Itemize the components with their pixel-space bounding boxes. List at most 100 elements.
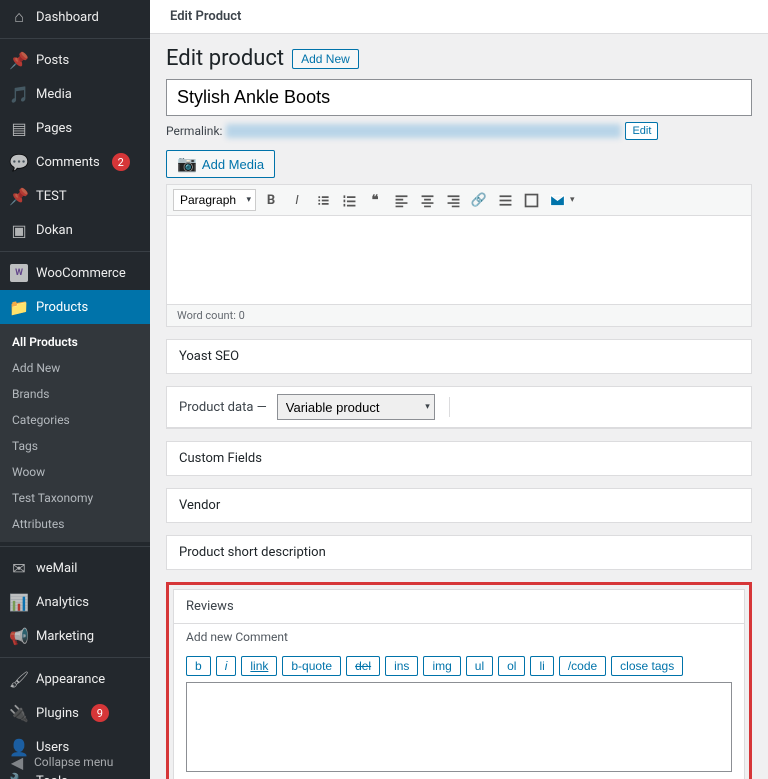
page-icon: ▤ xyxy=(10,119,28,137)
italic-button[interactable]: I xyxy=(286,189,308,211)
qt-link-button[interactable]: link xyxy=(241,656,277,676)
sidebar-item-marketing[interactable]: 📢Marketing xyxy=(0,619,150,653)
add-media-label: Add Media xyxy=(202,157,264,172)
format-select[interactable]: Paragraph xyxy=(173,189,256,211)
quote-button[interactable]: ❝ xyxy=(364,189,386,211)
bold-button[interactable]: B xyxy=(260,189,282,211)
link-button[interactable]: 🔗 xyxy=(468,189,490,211)
envelope-button[interactable] xyxy=(546,189,568,211)
submenu-test-taxonomy[interactable]: Test Taxonomy xyxy=(0,485,150,511)
word-count: Word count: 0 xyxy=(167,304,751,326)
submenu-categories[interactable]: Categories xyxy=(0,407,150,433)
align-right-button[interactable] xyxy=(442,189,464,211)
qt-code-button[interactable]: /code xyxy=(559,656,606,676)
sidebar-item-label: Appearance xyxy=(36,672,105,687)
sidebar-item-label: Products xyxy=(36,300,88,315)
mail-icon: ✉ xyxy=(10,559,28,577)
sidebar-item-dokan[interactable]: ▣Dokan xyxy=(0,213,150,247)
submenu-all-products[interactable]: All Products xyxy=(0,329,150,355)
menu-separator xyxy=(0,542,150,547)
collapse-menu-button[interactable]: ◀ Collapse menu xyxy=(0,745,150,779)
metabox-title: Custom Fields xyxy=(167,442,751,475)
collapse-icon: ◀ xyxy=(8,753,26,771)
plugin-icon: 🔌 xyxy=(10,704,28,722)
sidebar-item-analytics[interactable]: 📊Analytics xyxy=(0,585,150,619)
reviews-highlight-box: Reviews Add new Comment b i link b-quote… xyxy=(166,582,752,779)
short-description-metabox[interactable]: Product short description xyxy=(166,535,752,570)
sidebar-item-label: TEST xyxy=(36,189,67,204)
qt-ins-button[interactable]: ins xyxy=(385,656,418,676)
submenu-add-new[interactable]: Add New xyxy=(0,355,150,381)
qt-bold-button[interactable]: b xyxy=(186,656,211,676)
align-left-button[interactable] xyxy=(390,189,412,211)
bullet-list-button[interactable] xyxy=(312,189,334,211)
add-new-button[interactable]: Add New xyxy=(292,49,359,69)
chevron-down-icon[interactable]: ▾ xyxy=(570,195,575,205)
sidebar-item-woocommerce[interactable]: WWooCommerce xyxy=(0,256,150,290)
add-comment-label: Add new Comment xyxy=(174,623,744,650)
media-icon: 🎵 xyxy=(10,85,28,103)
pin-icon: 📌 xyxy=(10,51,28,69)
sidebar-item-appearance[interactable]: 🖌Appearance xyxy=(0,662,150,696)
sidebar-item-posts[interactable]: 📌 Posts xyxy=(0,43,150,77)
menu-separator xyxy=(0,653,150,658)
product-data-metabox: Product data — Variable product xyxy=(166,386,752,429)
sidebar-item-label: Posts xyxy=(36,53,69,68)
sidebar-item-plugins[interactable]: 🔌Plugins9 xyxy=(0,696,150,730)
sidebar-item-media[interactable]: 🎵 Media xyxy=(0,77,150,111)
align-center-button[interactable] xyxy=(416,189,438,211)
permalink-url[interactable] xyxy=(226,124,621,138)
count-badge: 2 xyxy=(112,153,130,171)
add-media-button[interactable]: 📷 Add Media xyxy=(166,150,275,178)
page-title: Edit product xyxy=(166,46,284,71)
more-button[interactable] xyxy=(494,189,516,211)
sidebar-item-label: Media xyxy=(36,87,72,102)
sidebar-item-wemail[interactable]: ✉ weMail xyxy=(0,551,150,585)
qt-bquote-button[interactable]: b-quote xyxy=(282,656,341,676)
sidebar-item-label: Comments xyxy=(36,155,100,170)
metabox-title: Vendor xyxy=(167,489,751,522)
sidebar-item-dashboard[interactable]: ⌂Dashboard xyxy=(0,0,150,34)
qt-del-button[interactable]: del xyxy=(346,656,380,676)
custom-fields-metabox[interactable]: Custom Fields xyxy=(166,441,752,476)
qt-ul-button[interactable]: ul xyxy=(466,656,493,676)
product-title-input[interactable] xyxy=(166,79,752,116)
menu-separator xyxy=(0,34,150,39)
camera-icon: 📷 xyxy=(177,154,197,174)
yoast-seo-metabox[interactable]: Yoast SEO xyxy=(166,339,752,374)
sidebar-item-label: weMail xyxy=(36,561,77,576)
submenu-attributes[interactable]: Attributes xyxy=(0,511,150,537)
product-type-select[interactable]: Variable product xyxy=(277,394,435,420)
sidebar-item-label: Marketing xyxy=(36,629,94,644)
qt-close-tags-button[interactable]: close tags xyxy=(611,656,683,676)
comment-textarea[interactable] xyxy=(186,682,732,772)
sidebar-item-label: WooCommerce xyxy=(36,266,126,281)
product-data-label: Product data — xyxy=(179,400,267,415)
vendor-metabox[interactable]: Vendor xyxy=(166,488,752,523)
admin-sidebar: ⌂Dashboard 📌Posts 🎵Media ▤Pages 💬Comment… xyxy=(0,0,150,779)
qt-li-button[interactable]: li xyxy=(530,656,553,676)
submenu-brands[interactable]: Brands xyxy=(0,381,150,407)
qt-img-button[interactable]: img xyxy=(423,656,460,676)
collapse-label: Collapse menu xyxy=(34,755,113,769)
quicktags-toolbar: b i link b-quote del ins img ul ol li /c… xyxy=(174,650,744,682)
sidebar-item-label: Plugins xyxy=(36,706,79,721)
fullscreen-button[interactable] xyxy=(520,189,542,211)
numbered-list-button[interactable] xyxy=(338,189,360,211)
sidebar-item-test[interactable]: 📌TEST xyxy=(0,179,150,213)
submenu-woow[interactable]: Woow xyxy=(0,459,150,485)
sidebar-item-pages[interactable]: ▤Pages xyxy=(0,111,150,145)
main-content: Edit Product Edit product Add New Permal… xyxy=(150,0,768,779)
products-submenu: All Products Add New Brands Categories T… xyxy=(0,324,150,542)
dashboard-icon: ⌂ xyxy=(10,8,28,26)
sidebar-item-comments[interactable]: 💬Comments2 xyxy=(0,145,150,179)
analytics-icon: 📊 xyxy=(10,593,28,611)
sidebar-item-products[interactable]: 📁Products xyxy=(0,290,150,324)
edit-permalink-button[interactable]: Edit xyxy=(625,122,658,140)
submenu-tags[interactable]: Tags xyxy=(0,433,150,459)
qt-ol-button[interactable]: ol xyxy=(498,656,525,676)
reviews-metabox: Reviews Add new Comment b i link b-quote… xyxy=(173,589,745,779)
qt-italic-button[interactable]: i xyxy=(216,656,237,676)
editor-content[interactable] xyxy=(167,216,751,304)
page-header: Edit product Add New xyxy=(150,34,768,79)
